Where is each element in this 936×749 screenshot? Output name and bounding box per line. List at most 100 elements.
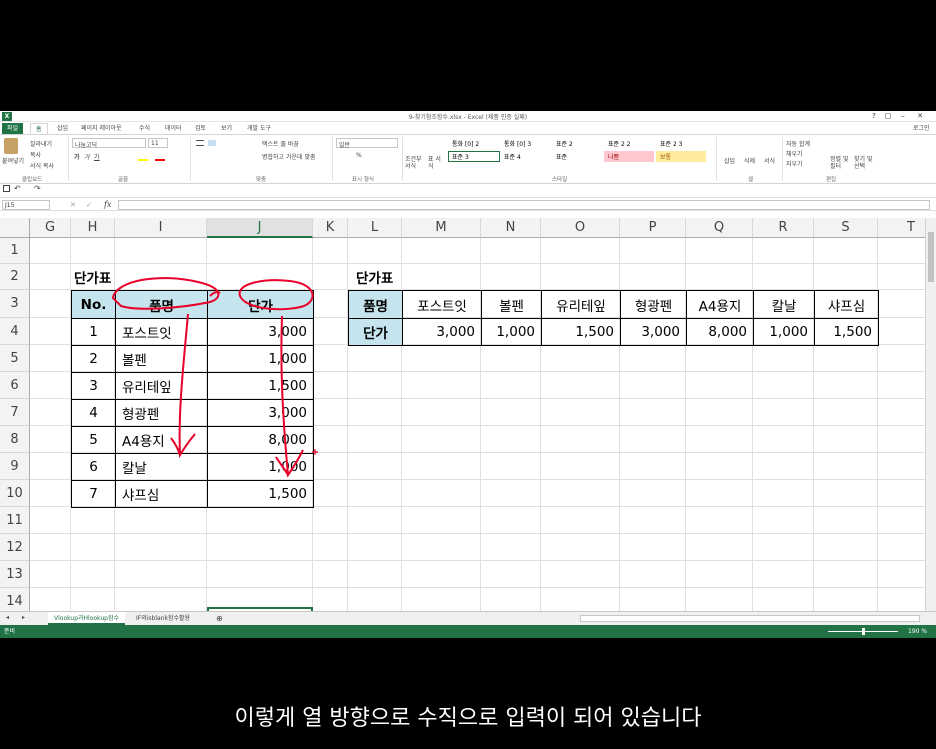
undo-icon[interactable]: ↶ xyxy=(14,184,21,193)
find-select-button[interactable]: 찾기 및 선택 xyxy=(854,156,878,170)
tab-developer[interactable]: 개발 도구 xyxy=(242,123,276,134)
sheet-tab-vlookup[interactable]: Vlookup과Hlookup함수 xyxy=(48,612,125,625)
row-header-8[interactable]: 8 xyxy=(0,426,30,453)
style-bad[interactable]: 나쁨 xyxy=(604,151,654,162)
column-header-p[interactable]: P xyxy=(620,218,686,238)
style-currency-0-3[interactable]: 통화 [0] 3 xyxy=(500,138,552,149)
percent-style-button[interactable]: % xyxy=(356,152,362,159)
tab-formulas[interactable]: 수식 xyxy=(134,123,155,134)
restore-ribbon-button[interactable]: □ xyxy=(882,111,894,121)
sheet-tab-if-isblank[interactable]: IF와isblank함수활용 xyxy=(130,612,196,625)
help-button[interactable]: ? xyxy=(868,111,880,121)
tab-view[interactable]: 보기 xyxy=(216,123,237,134)
save-icon[interactable] xyxy=(3,185,10,192)
name-box[interactable]: J15 xyxy=(2,200,50,210)
insert-cells-button[interactable]: 삽입 xyxy=(724,156,735,165)
cut-button[interactable]: 잘라내기 xyxy=(30,139,52,148)
tab-file[interactable]: 파일 xyxy=(2,123,24,134)
row-header-4[interactable]: 4 xyxy=(0,318,30,345)
row-header-14[interactable]: 14 xyxy=(0,588,30,611)
row-header-11[interactable]: 11 xyxy=(0,507,30,534)
row-header-9[interactable]: 9 xyxy=(0,453,30,480)
row-header-13[interactable]: 13 xyxy=(0,561,30,588)
row-header-3[interactable]: 3 xyxy=(0,290,30,318)
column-header-h[interactable]: H xyxy=(71,218,115,238)
paste-icon[interactable] xyxy=(4,138,18,154)
column-header-i[interactable]: I xyxy=(115,218,207,238)
style-normal-2-2[interactable]: 표준 2 2 xyxy=(604,138,656,149)
style-normal-2-3[interactable]: 표준 2 3 xyxy=(656,138,708,149)
column-header-t[interactable]: T xyxy=(878,218,925,238)
column-header-s[interactable]: S xyxy=(814,218,878,238)
minimize-button[interactable]: – xyxy=(897,111,909,121)
tab-data[interactable]: 데이터 xyxy=(160,123,187,134)
formula-input[interactable] xyxy=(118,200,930,210)
column-header-n[interactable]: N xyxy=(481,218,541,238)
format-cells-button[interactable]: 서식 xyxy=(764,156,775,165)
style-normal-3[interactable]: 표준 3 xyxy=(448,151,500,162)
column-header-g[interactable]: G xyxy=(30,218,71,238)
cancel-icon[interactable]: ✕ xyxy=(70,201,76,209)
paste-button[interactable]: 붙여넣기 xyxy=(2,156,24,165)
merge-center-button[interactable]: 병합하고 가운데 맞춤 xyxy=(262,152,316,161)
number-format-select[interactable]: 일반 xyxy=(336,138,398,149)
style-currency-0-2[interactable]: 통화 [0] 2 xyxy=(448,138,500,149)
column-header-r[interactable]: R xyxy=(753,218,814,238)
delete-cells-button[interactable]: 삭제 xyxy=(744,156,755,165)
italic-button[interactable]: 가 xyxy=(84,152,90,161)
vertical-scrollbar[interactable] xyxy=(925,218,936,611)
style-normal-4[interactable]: 표준 4 xyxy=(500,151,552,162)
tab-review[interactable]: 검토 xyxy=(190,123,211,134)
style-neutral[interactable]: 보통 xyxy=(656,151,706,162)
login-link[interactable]: 로그인 xyxy=(908,123,935,134)
underline-button[interactable]: 가 xyxy=(94,152,100,161)
tab-page-layout[interactable]: 페이지 레이아웃 xyxy=(76,123,127,134)
sheet-tab-bar: ◂ ▸ Vlookup과Hlookup함수 IF와isblank함수활용 ⊕ xyxy=(0,611,936,625)
font-name-select[interactable]: 나눔고딕 xyxy=(72,138,146,149)
column-header-j[interactable]: J xyxy=(207,218,313,238)
prev-sheet-icon[interactable]: ◂ xyxy=(6,614,9,621)
row-header-1[interactable]: 1 xyxy=(0,238,30,264)
enter-icon[interactable]: ✓ xyxy=(86,201,92,209)
wrap-text-button[interactable]: 텍스트 줄 바꿈 xyxy=(262,139,299,148)
column-header-m[interactable]: M xyxy=(402,218,481,238)
conditional-format-button[interactable]: 조건부 서식 xyxy=(405,156,427,170)
add-sheet-icon[interactable]: ⊕ xyxy=(216,614,223,623)
font-color-icon[interactable] xyxy=(155,159,165,161)
zoom-slider-thumb[interactable] xyxy=(862,628,865,635)
tab-home[interactable]: 홈 xyxy=(30,123,48,134)
align-middle-icon[interactable] xyxy=(208,140,216,146)
style-normal-2[interactable]: 표준 2 xyxy=(552,138,604,149)
copy-button[interactable]: 복사 xyxy=(30,150,41,159)
font-size-select[interactable]: 11 xyxy=(148,138,168,148)
row-header-12[interactable]: 12 xyxy=(0,534,30,561)
bold-button[interactable]: 가 xyxy=(74,152,80,161)
select-all-corner[interactable] xyxy=(0,218,30,238)
autosum-button[interactable]: 자동 합계 xyxy=(786,139,810,148)
row-header-7[interactable]: 7 xyxy=(0,399,30,426)
scroll-thumb[interactable] xyxy=(928,232,934,282)
column-header-o[interactable]: O xyxy=(541,218,620,238)
align-top-icon[interactable] xyxy=(196,140,204,146)
zoom-level[interactable]: 190 % xyxy=(908,625,927,638)
sort-filter-button[interactable]: 정렬 및 필터 xyxy=(830,156,854,170)
format-painter-button[interactable]: 서식 복사 xyxy=(30,161,54,170)
row-header-6[interactable]: 6 xyxy=(0,372,30,399)
style-normal[interactable]: 표준 xyxy=(552,151,604,162)
column-header-l[interactable]: L xyxy=(348,218,402,238)
fill-button[interactable]: 채우기 xyxy=(786,149,803,158)
redo-icon[interactable]: ↷ xyxy=(34,184,41,193)
fill-color-icon[interactable] xyxy=(138,159,148,161)
horizontal-scrollbar[interactable] xyxy=(580,615,920,622)
column-header-q[interactable]: Q xyxy=(686,218,753,238)
close-button[interactable]: ✕ xyxy=(914,111,926,121)
insert-function-button[interactable]: fx xyxy=(104,200,111,209)
row-header-5[interactable]: 5 xyxy=(0,345,30,372)
column-header-k[interactable]: K xyxy=(313,218,348,238)
next-sheet-icon[interactable]: ▸ xyxy=(22,614,25,621)
tab-insert[interactable]: 삽입 xyxy=(52,123,73,134)
row-header-2[interactable]: 2 xyxy=(0,264,30,290)
row-header-10[interactable]: 10 xyxy=(0,480,30,507)
clear-button[interactable]: 지우기 xyxy=(786,159,803,168)
format-as-table-button[interactable]: 표 서식 xyxy=(428,156,442,170)
